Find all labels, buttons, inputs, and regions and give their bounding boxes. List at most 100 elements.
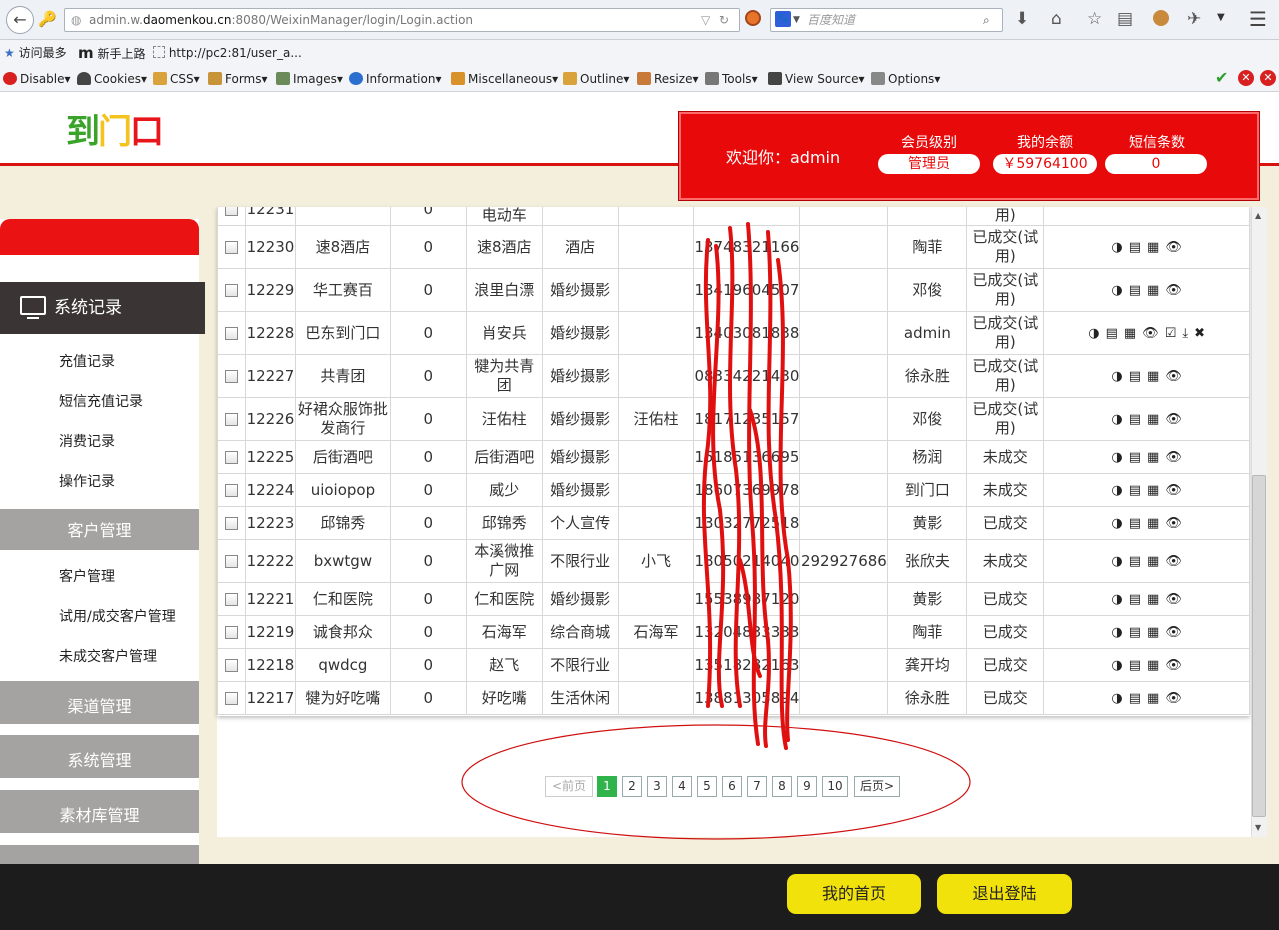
eye-icon[interactable]: 👁: [1165, 552, 1182, 571]
bookmark-most-visited[interactable]: ★ 访问最多: [4, 44, 67, 62]
eye-icon[interactable]: 👁: [1165, 656, 1182, 675]
row-checkbox[interactable]: [224, 483, 238, 497]
back-button[interactable]: ←: [6, 6, 34, 34]
eye-icon[interactable]: 👁: [1165, 590, 1182, 609]
contrast-icon[interactable]: ◑: [1111, 281, 1122, 300]
row-checkbox[interactable]: [224, 207, 238, 216]
contrast-icon[interactable]: ◑: [1111, 689, 1122, 708]
sidebar-item-operation[interactable]: 操作记录: [59, 471, 115, 491]
row-checkbox[interactable]: [224, 412, 238, 426]
grid-icon[interactable]: ▦: [1147, 656, 1159, 675]
sidebar-section-channel[interactable]: 渠道管理: [0, 681, 199, 724]
grid-icon[interactable]: ▦: [1147, 448, 1159, 467]
chevron-down-icon[interactable]: ▼: [1217, 12, 1225, 23]
grid-icon[interactable]: ▦: [1147, 281, 1159, 300]
checkmark-icon[interactable]: ✔: [1215, 68, 1228, 87]
eye-icon[interactable]: 👁: [1142, 324, 1159, 343]
contrast-icon[interactable]: ◑: [1111, 552, 1122, 571]
wd-resize[interactable]: Resize▾: [637, 70, 698, 88]
row-checkbox[interactable]: [224, 625, 238, 639]
engine-dropdown-icon[interactable]: ▼: [793, 9, 800, 31]
grid-icon[interactable]: ▦: [1147, 590, 1159, 609]
star-icon[interactable]: ☆: [1087, 9, 1102, 29]
logout-button[interactable]: 退出登陆: [937, 874, 1072, 914]
page-7-button[interactable]: 7: [747, 776, 767, 797]
row-checkbox[interactable]: [224, 369, 238, 383]
eye-icon[interactable]: 👁: [1165, 481, 1182, 500]
sidebar-item-sms-recharge[interactable]: 短信充值记录: [59, 391, 143, 411]
page-1-button[interactable]: 1: [597, 776, 617, 797]
wd-options[interactable]: Options▾: [871, 70, 940, 88]
row-checkbox[interactable]: [224, 326, 238, 340]
contrast-icon[interactable]: ◑: [1111, 481, 1122, 500]
row-checkbox[interactable]: [224, 516, 238, 530]
next-page-button[interactable]: 后页>: [854, 776, 900, 797]
contrast-icon[interactable]: ◑: [1111, 238, 1122, 257]
reload-icon[interactable]: ↻: [719, 9, 729, 31]
eye-icon[interactable]: 👁: [1165, 410, 1182, 429]
film-icon[interactable]: ▤: [1129, 367, 1141, 386]
contrast-icon[interactable]: ◑: [1111, 623, 1122, 642]
contrast-icon[interactable]: ◑: [1111, 514, 1122, 533]
film-icon[interactable]: ▤: [1129, 410, 1141, 429]
sidebar-section-more[interactable]: [0, 845, 199, 864]
dropdown-arrow-icon[interactable]: ▽: [701, 9, 710, 31]
bird-icon[interactable]: ✈: [1187, 9, 1201, 29]
film-icon[interactable]: ▤: [1129, 623, 1141, 642]
scrollbar-thumb[interactable]: [1252, 475, 1266, 817]
page-9-button[interactable]: 9: [797, 776, 817, 797]
row-checkbox[interactable]: [224, 592, 238, 606]
sidebar-item-pending-customers[interactable]: 未成交客户管理: [59, 646, 157, 666]
contrast-icon[interactable]: ◑: [1088, 324, 1099, 343]
film-icon[interactable]: ▤: [1129, 514, 1141, 533]
grid-icon[interactable]: ▦: [1147, 481, 1159, 500]
wd-tools[interactable]: Tools▾: [705, 70, 758, 88]
grid-icon[interactable]: ▦: [1147, 410, 1159, 429]
magnifier-icon[interactable]: ⌕: [983, 9, 990, 31]
page-10-button[interactable]: 10: [822, 776, 848, 797]
home-button[interactable]: 我的首页: [787, 874, 921, 914]
close-icon[interactable]: ✕: [1260, 70, 1276, 86]
row-checkbox[interactable]: [224, 691, 238, 705]
wd-information[interactable]: Information▾: [349, 70, 442, 88]
eye-icon[interactable]: 👁: [1165, 367, 1182, 386]
grid-icon[interactable]: ▦: [1147, 367, 1159, 386]
film-icon[interactable]: ▤: [1129, 590, 1141, 609]
sidebar-section-customer[interactable]: 客户管理: [0, 509, 199, 550]
scroll-down-icon[interactable]: ▼: [1255, 823, 1261, 832]
eye-icon[interactable]: 👁: [1165, 238, 1182, 257]
wd-view-source[interactable]: View Source▾: [768, 70, 865, 88]
download-icon[interactable]: ⤓: [1182, 324, 1188, 343]
row-checkbox[interactable]: [224, 554, 238, 568]
edit-icon[interactable]: ☑: [1165, 324, 1177, 343]
url-bar[interactable]: ◍ admin.w.daomenkou.cn:8080/WeixinManage…: [64, 8, 740, 32]
row-checkbox[interactable]: [224, 240, 238, 254]
grid-icon[interactable]: ▦: [1124, 324, 1136, 343]
page-6-button[interactable]: 6: [722, 776, 742, 797]
film-icon[interactable]: ▤: [1129, 552, 1141, 571]
sidebar-section-system-records[interactable]: 系统记录: [0, 282, 205, 334]
grid-icon[interactable]: ▦: [1147, 238, 1159, 257]
page-2-button[interactable]: 2: [622, 776, 642, 797]
scroll-up-icon[interactable]: ▲: [1255, 211, 1261, 220]
bookmark-pc2[interactable]: http://pc2:81/user_a...: [153, 44, 302, 62]
grid-icon[interactable]: ▦: [1147, 514, 1159, 533]
wd-forms[interactable]: Forms▾: [208, 70, 268, 88]
film-icon[interactable]: ▤: [1129, 238, 1141, 257]
wd-images[interactable]: Images▾: [276, 70, 343, 88]
sidebar-item-trial-customers[interactable]: 试用/成交客户管理: [59, 606, 176, 626]
download-icon[interactable]: ⬇: [1015, 9, 1029, 29]
contrast-icon[interactable]: ◑: [1111, 656, 1122, 675]
row-checkbox[interactable]: [224, 283, 238, 297]
film-icon[interactable]: ▤: [1129, 481, 1141, 500]
contrast-icon[interactable]: ◑: [1111, 448, 1122, 467]
wd-cookies[interactable]: Cookies▾: [77, 70, 147, 88]
wd-disable[interactable]: Disable▾: [3, 70, 71, 88]
error-icon[interactable]: ✕: [1238, 70, 1254, 86]
sidebar-item-customers[interactable]: 客户管理: [59, 566, 115, 586]
wd-css[interactable]: CSS▾: [153, 70, 200, 88]
page-5-button[interactable]: 5: [697, 776, 717, 797]
eye-icon[interactable]: 👁: [1165, 281, 1182, 300]
eye-icon[interactable]: 👁: [1165, 689, 1182, 708]
film-icon[interactable]: ▤: [1129, 689, 1141, 708]
